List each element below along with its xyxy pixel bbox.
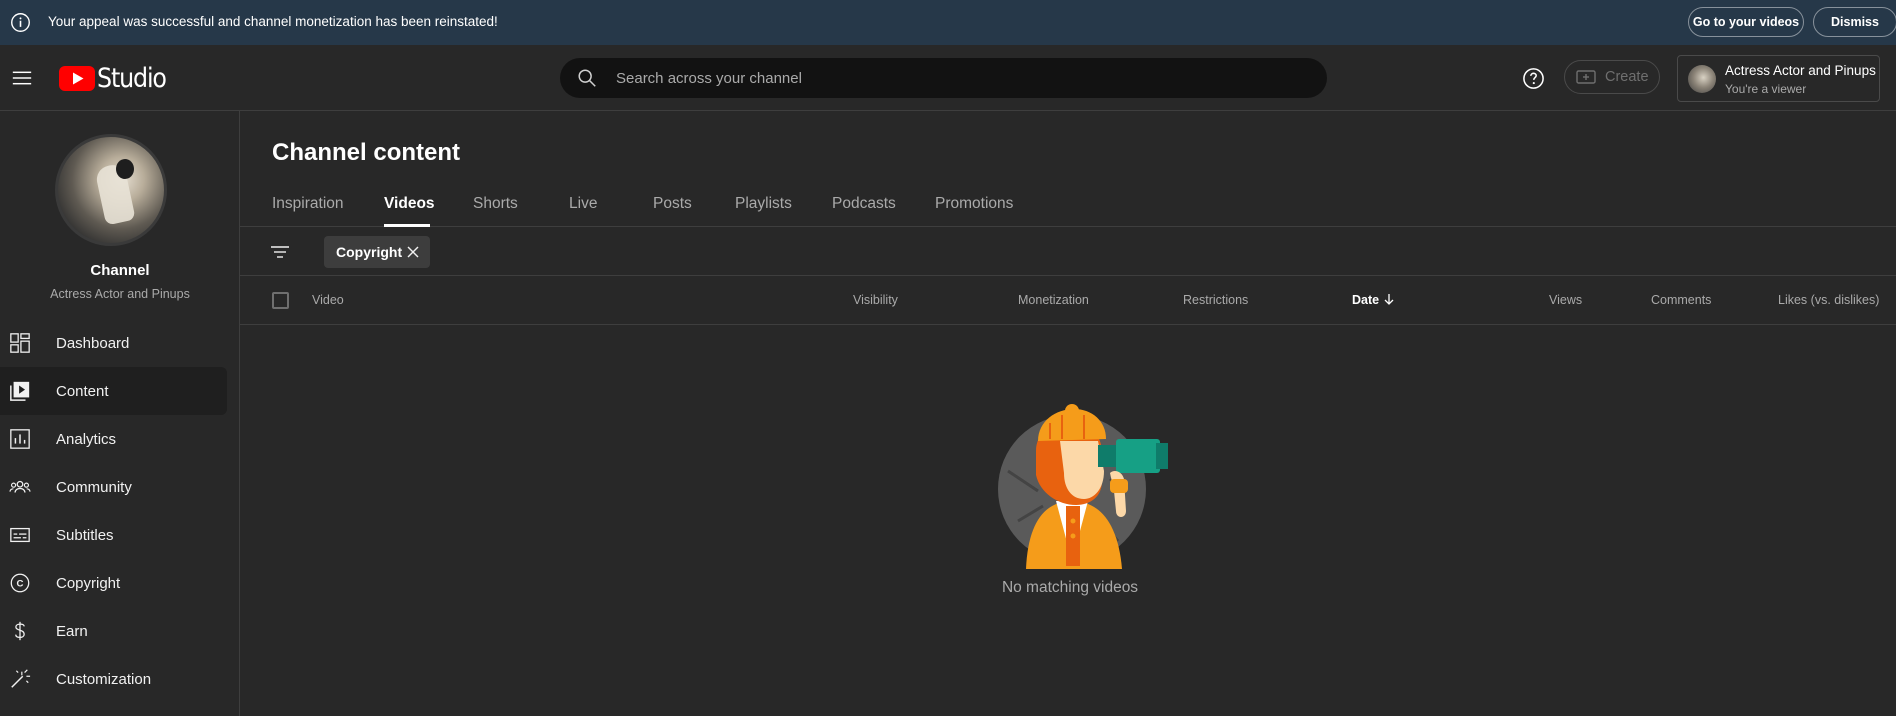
account-switcher[interactable]: Actress Actor and Pinups You're a viewer (1677, 55, 1880, 102)
copyright-icon: C (10, 573, 30, 593)
search-icon (578, 69, 596, 87)
column-comments: Comments (1651, 293, 1712, 307)
tab-inspiration[interactable]: Inspiration (272, 195, 344, 213)
tab-videos[interactable]: Videos (384, 195, 435, 213)
svg-text:C: C (17, 579, 24, 590)
arrow-down-icon (1384, 294, 1394, 305)
column-date[interactable]: Date (1352, 293, 1395, 307)
no-results-illustration (998, 404, 1168, 569)
sidebar-item-analytics[interactable]: Analytics (0, 415, 240, 463)
filter-chip-copyright[interactable]: Copyright (324, 236, 430, 268)
avatar-head (116, 159, 134, 179)
content-icon (10, 381, 30, 401)
tab-shorts[interactable]: Shorts (473, 195, 518, 213)
empty-message: No matching videos (1001, 579, 1139, 596)
dismiss-button[interactable]: Dismiss (1813, 7, 1896, 37)
content-tabs: Inspiration Videos Shorts Live Posts Pla… (240, 183, 1896, 227)
sidebar-item-label: Dashboard (56, 334, 130, 352)
subtitles-icon (10, 527, 30, 543)
sidebar-item-earn[interactable]: Earn (0, 607, 240, 655)
create-label: Create (1605, 69, 1649, 85)
sidebar-item-copyright[interactable]: C Copyright (0, 559, 240, 607)
logo-text: Studio (97, 63, 167, 94)
sidebar-item-label: Analytics (56, 430, 117, 448)
sidebar-item-label: Community (56, 478, 132, 496)
column-restrictions: Restrictions (1183, 293, 1249, 307)
select-all-checkbox[interactable] (272, 292, 289, 309)
sidebar-item-content[interactable]: Content (0, 367, 227, 415)
sidebar-item-label: Customization (56, 670, 152, 688)
sidebar-item-dashboard[interactable]: Dashboard (0, 319, 240, 367)
sidebar-item-subtitles[interactable]: Subtitles (0, 511, 240, 559)
go-to-videos-button[interactable]: Go to your videos (1688, 7, 1804, 37)
tab-playlists[interactable]: Playlists (735, 195, 792, 213)
close-icon[interactable] (406, 245, 420, 259)
community-icon (9, 480, 31, 493)
help-icon[interactable] (1522, 67, 1545, 90)
filter-chip-label: Copyright (336, 244, 403, 260)
sidebar-item-label: Subtitles (56, 526, 114, 544)
banner-message: Your appeal was successful and channel m… (48, 14, 498, 29)
search-bar[interactable] (560, 58, 1327, 98)
sidebar-item-label: Earn (56, 622, 88, 640)
analytics-icon (10, 429, 30, 449)
column-likes: Likes (vs. dislikes) (1778, 293, 1880, 307)
hamburger-menu-icon[interactable] (11, 67, 33, 89)
sidebar-item-label: Copyright (56, 574, 121, 592)
create-button[interactable]: Create (1564, 60, 1660, 94)
channel-avatar[interactable] (55, 134, 167, 246)
column-views: Views (1549, 293, 1583, 307)
sidebar: Channel Actress Actor and Pinups Dashboa… (0, 111, 240, 716)
account-name: Actress Actor and Pinups (1725, 63, 1876, 78)
tab-posts[interactable]: Posts (653, 195, 692, 213)
filter-bar: Copyright (240, 228, 1896, 276)
table-header: Video Visibility Monetization Restrictio… (240, 277, 1896, 325)
tab-promotions[interactable]: Promotions (935, 195, 1013, 213)
sidebar-item-community[interactable]: Community (0, 463, 240, 511)
filter-icon[interactable] (270, 242, 290, 262)
youtube-play-icon (59, 66, 95, 91)
top-header: Studio Create Actress Actor and Pinups Y… (0, 45, 1896, 111)
earn-icon (15, 621, 25, 641)
column-date-label: Date (1352, 293, 1380, 307)
tab-podcasts[interactable]: Podcasts (832, 195, 896, 213)
active-tab-indicator (384, 224, 430, 227)
account-role: You're a viewer (1725, 82, 1807, 96)
sidebar-item-label: Content (56, 382, 109, 400)
main-content: Channel content Inspiration Videos Short… (240, 111, 1896, 716)
column-visibility: Visibility (853, 293, 898, 307)
create-video-icon (1576, 70, 1596, 84)
tab-live[interactable]: Live (569, 195, 597, 213)
page-title: Channel content (272, 139, 461, 166)
customization-icon (11, 669, 31, 688)
search-input[interactable] (616, 58, 1296, 98)
notification-banner: Your appeal was successful and channel m… (0, 0, 1896, 45)
sidebar-nav: Dashboard Content Analytics Community Su… (0, 319, 240, 703)
channel-name: Actress Actor and Pinups (50, 287, 190, 301)
column-video: Video (312, 293, 344, 307)
column-monetization: Monetization (1018, 293, 1089, 307)
info-icon (11, 13, 30, 32)
studio-logo[interactable]: Studio (59, 63, 175, 94)
channel-label: Channel (90, 262, 150, 279)
account-avatar (1688, 65, 1716, 93)
dashboard-icon (10, 333, 30, 353)
sidebar-item-customization[interactable]: Customization (0, 655, 240, 703)
